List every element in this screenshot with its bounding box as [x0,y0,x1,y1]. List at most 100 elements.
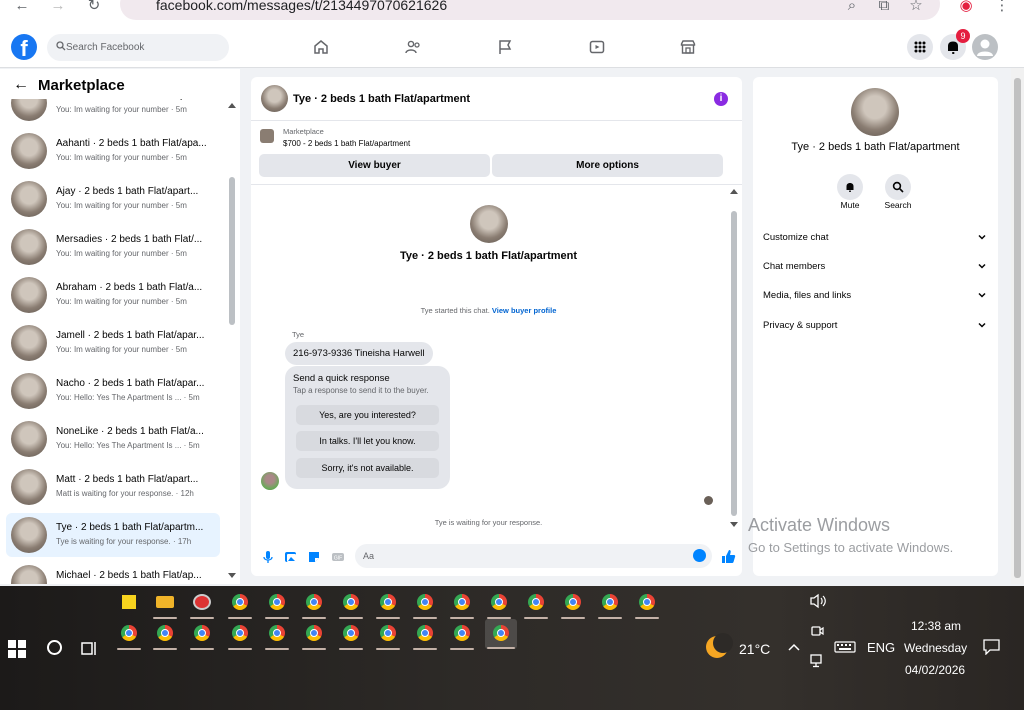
chrome-app-icon[interactable] [117,621,141,650]
conversation-item[interactable]: Michael · 2 beds 1 bath Flat/ap... [6,561,220,584]
clock-time[interactable]: 12:38 am [911,619,961,633]
chrome-app-icon[interactable] [561,590,585,619]
photo-icon[interactable] [284,550,298,564]
listing-title[interactable]: $700 - 2 beds 1 bath Flat/apartment [283,139,410,148]
view-buyer-button[interactable]: View buyer [259,154,490,177]
chrome-app-icon[interactable] [265,621,289,650]
pages-flag-icon[interactable] [496,38,514,56]
video-icon[interactable] [588,38,606,56]
chrome-app-icon-active[interactable] [485,619,517,649]
bookmark-star-icon[interactable]: ☆ [904,0,928,16]
conversation-item[interactable]: Nacho · 2 beds 1 bath Flat/apar... You: H… [6,369,220,413]
chevron-up-icon[interactable] [788,642,800,652]
app-icon[interactable] [190,590,214,619]
message-input-box[interactable] [355,544,712,568]
chat-title[interactable]: Tye · 2 beds 1 bath Flat/apartment [293,93,470,105]
chat-members-row[interactable]: Chat members [763,257,989,277]
microphone-icon[interactable] [261,550,275,564]
page-scrollbar-thumb[interactable] [1014,78,1021,578]
chrome-app-icon[interactable] [598,590,622,619]
chrome-app-icon[interactable] [190,621,214,650]
message-input[interactable] [363,544,683,568]
conversation-item[interactable]: Mersadies · 2 beds 1 bath Flat/... You: I… [6,225,220,269]
quick-response-not-available[interactable]: Sorry, it's not available. [296,458,439,478]
chrome-app-icon[interactable] [450,590,474,619]
conversation-item[interactable]: Abraham · 2 beds 1 bath Flat/a... You: Im… [6,273,220,317]
chrome-app-icon[interactable] [524,590,548,619]
back-arrow-icon[interactable]: ← [13,76,29,94]
conversation-item[interactable]: NoneLike · 2 beds 1 bath Flat/a... You: H… [6,417,220,461]
search-input[interactable] [66,34,224,61]
info-icon[interactable]: i [714,92,728,106]
chrome-app-icon[interactable] [487,590,511,619]
keyboard-icon[interactable] [834,641,856,653]
action-center-icon[interactable] [983,639,1000,655]
facebook-logo-icon[interactable]: f [11,34,37,60]
account-avatar[interactable] [972,34,998,60]
weather-widget[interactable]: 21°C [706,633,786,660]
chrome-app-icon[interactable] [339,590,363,619]
sticky-notes-app-icon[interactable] [117,590,141,614]
task-view-icon[interactable] [81,641,98,656]
chrome-app-icon[interactable] [302,590,326,619]
chrome-app-icon[interactable] [265,590,289,619]
chrome-app-icon[interactable] [302,621,326,650]
menu-dots-icon[interactable]: ⋮ [990,0,1014,16]
clock-day[interactable]: Wednesday [904,641,967,655]
emoji-icon[interactable] [693,549,706,562]
cortana-search-icon[interactable] [47,640,62,655]
thread-scrollbar[interactable] [729,189,739,527]
file-explorer-app-icon[interactable] [153,590,177,619]
chrome-app-icon[interactable] [228,590,252,619]
chrome-app-icon[interactable] [153,621,177,650]
language-indicator[interactable]: ENG [867,640,895,655]
search-box[interactable] [47,34,229,61]
conversation-item[interactable]: Jamell · 2 beds 1 bath Flat/apar... You: … [6,321,220,365]
chrome-app-icon[interactable] [376,590,400,619]
conversation-item[interactable]: Matt · 2 beds 1 bath Flat/apart... Matt i… [6,465,220,509]
conversation-item[interactable]: Ajay · 2 beds 1 bath Flat/apart... You: I… [6,177,220,221]
scroll-up-icon[interactable] [730,189,738,194]
privacy-support-row[interactable]: Privacy & support [763,316,989,336]
quick-response-in-talks[interactable]: In talks. I'll let you know. [296,431,439,451]
quick-response-interested[interactable]: Yes, are you interested? [296,405,439,425]
conversation-item[interactable]: Aahanti · 2 beds 1 bath Flat/apa... You: … [6,129,220,173]
reload-icon[interactable]: ↻ [82,0,106,16]
thread-scrollbar-thumb[interactable] [731,211,737,516]
chrome-app-icon[interactable] [413,621,437,650]
chrome-app-icon[interactable] [228,621,252,650]
conversation-item-active[interactable]: Tye · 2 beds 1 bath Flat/apartm... Tye is… [6,513,220,557]
profile-icon[interactable]: ◉ [954,0,978,16]
windows-start-icon[interactable] [8,640,26,658]
scroll-up-icon[interactable] [228,103,236,108]
menu-grid-icon[interactable] [907,34,933,60]
clock-date[interactable]: 04/02/2026 [905,663,965,677]
sticker-icon[interactable] [307,550,321,564]
zoom-icon[interactable]: ⌕ [840,0,864,16]
gif-icon[interactable]: GIF [331,550,345,564]
friends-icon[interactable] [404,38,422,56]
avatar[interactable] [851,88,899,136]
customize-chat-row[interactable]: Customize chat [763,228,989,248]
avatar[interactable] [261,85,288,112]
search-chat-button[interactable] [885,174,911,200]
chrome-app-icon[interactable] [635,590,659,619]
chrome-app-icon[interactable] [339,621,363,650]
marketplace-icon[interactable] [679,38,697,56]
forward-arrow-icon[interactable]: → [46,0,70,16]
inbox-scrollbar[interactable] [226,99,238,584]
home-icon[interactable] [312,38,330,56]
install-icon[interactable]: ⧉ [872,0,896,16]
speaker-icon[interactable] [809,593,827,609]
inbox-scrollbar-thumb[interactable] [229,177,235,325]
scroll-down-icon[interactable] [228,573,236,578]
media-files-row[interactable]: Media, files and links [763,286,989,306]
like-thumb-icon[interactable] [721,549,736,564]
chrome-app-icon[interactable] [413,590,437,619]
page-scrollbar[interactable] [1011,68,1024,584]
more-options-button[interactable]: More options [492,154,723,177]
chrome-app-icon[interactable] [376,621,400,650]
scroll-down-icon[interactable] [730,522,738,527]
back-arrow-icon[interactable]: ← [10,0,34,16]
chrome-app-icon[interactable] [450,621,474,650]
